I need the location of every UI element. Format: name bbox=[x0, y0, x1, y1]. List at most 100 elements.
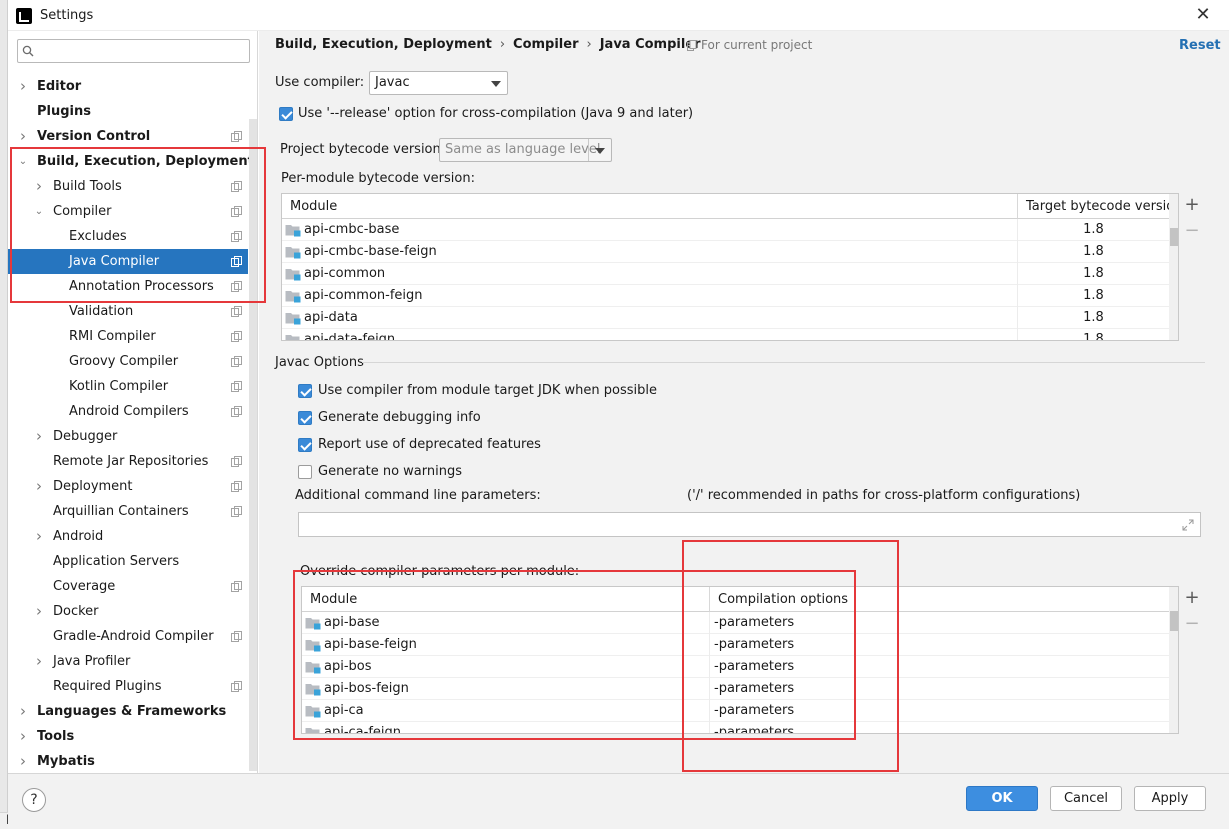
deprecated-features-checkbox[interactable] bbox=[298, 438, 312, 452]
sidebar-item-kotlin-compiler[interactable]: Kotlin Compiler bbox=[8, 374, 248, 399]
chevron-right-icon[interactable]: › bbox=[18, 699, 28, 724]
sidebar-item-label: Deployment bbox=[53, 479, 133, 494]
cancel-button[interactable]: Cancel bbox=[1050, 786, 1122, 811]
remove-module-bytecode-button[interactable]: − bbox=[1181, 221, 1203, 243]
scrollbar-thumb[interactable] bbox=[1170, 228, 1178, 246]
project-scope-icon bbox=[231, 456, 242, 467]
sidebar-item-gradle-android-compiler[interactable]: Gradle-Android Compiler bbox=[8, 624, 248, 649]
checkbox-label: Generate no warnings bbox=[318, 464, 463, 479]
sidebar-item-tools[interactable]: › Tools bbox=[8, 724, 248, 749]
release-option-checkbox[interactable] bbox=[279, 107, 293, 121]
checkbox-label: Report use of deprecated features bbox=[318, 437, 541, 452]
sidebar-item-debugger[interactable]: › Debugger bbox=[8, 424, 248, 449]
remove-override-button[interactable]: − bbox=[1181, 614, 1203, 636]
chevron-right-icon[interactable]: › bbox=[34, 474, 44, 499]
module-folder-icon bbox=[285, 225, 301, 237]
expand-icon[interactable] bbox=[1182, 519, 1194, 531]
compiler-select[interactable]: Javac bbox=[369, 71, 508, 95]
scrollbar-thumb[interactable] bbox=[1170, 611, 1178, 631]
override-table-scrollbar[interactable] bbox=[1169, 587, 1178, 733]
chevron-down-icon bbox=[595, 148, 605, 154]
sidebar-item-label: Groovy Compiler bbox=[69, 354, 179, 369]
chevron-right-icon[interactable]: › bbox=[18, 74, 28, 99]
cell-value[interactable]: 1.8 bbox=[1017, 285, 1169, 307]
sidebar-item-deployment[interactable]: › Deployment bbox=[8, 474, 248, 499]
cell-value[interactable]: 1.8 bbox=[1017, 329, 1169, 340]
chevron-right-icon[interactable]: › bbox=[34, 599, 44, 624]
ok-button[interactable]: OK bbox=[966, 786, 1038, 811]
sidebar-item-label: Version Control bbox=[37, 129, 151, 144]
close-icon[interactable]: ✕ bbox=[1194, 6, 1212, 24]
settings-search-input[interactable] bbox=[17, 39, 250, 63]
cell-value[interactable]: 1.8 bbox=[1017, 241, 1169, 263]
sidebar-item-android-compilers[interactable]: Android Compilers bbox=[8, 399, 248, 424]
table-row[interactable]: api-common-feign 1.8 bbox=[282, 285, 1169, 307]
release-option-label: Use '--release' option for cross-compila… bbox=[298, 106, 694, 121]
sidebar-item-label: Android Compilers bbox=[69, 404, 189, 419]
sidebar-item-required-plugins[interactable]: Required Plugins bbox=[8, 674, 248, 699]
title-bar: Settings ✕ bbox=[8, 0, 1229, 31]
table-row[interactable]: api-data-feign 1.8 bbox=[282, 329, 1169, 341]
column-header-target-version[interactable]: Target bytecode version bbox=[1017, 194, 1178, 219]
use-compiler-label: Use compiler: bbox=[275, 75, 365, 90]
additional-params-hint: ('/' recommended in paths for cross-plat… bbox=[687, 488, 1081, 503]
module-name: api-common bbox=[304, 266, 386, 281]
chevron-right-icon[interactable]: › bbox=[18, 724, 28, 749]
sidebar-item-editor[interactable]: › Editor bbox=[8, 74, 248, 99]
sidebar-item-android[interactable]: › Android bbox=[8, 524, 248, 549]
per-module-bytecode-label: Per-module bytecode version: bbox=[281, 171, 475, 186]
chevron-right-icon[interactable]: › bbox=[18, 124, 28, 149]
module-folder-icon bbox=[285, 335, 300, 340]
additional-params-input[interactable] bbox=[298, 512, 1201, 537]
table-row[interactable]: api-common 1.8 bbox=[282, 263, 1169, 285]
cell-value[interactable]: 1.8 bbox=[1017, 219, 1169, 241]
add-module-bytecode-button[interactable]: + bbox=[1181, 195, 1203, 217]
cell-value[interactable]: 1.8 bbox=[1017, 307, 1169, 329]
sidebar-item-docker[interactable]: › Docker bbox=[8, 599, 248, 624]
breadcrumb-item: Java Compiler bbox=[599, 37, 701, 52]
sidebar-item-label: Editor bbox=[37, 79, 82, 94]
sidebar-item-remote-jar-repositories[interactable]: Remote Jar Repositories bbox=[8, 449, 248, 474]
no-warnings-checkbox[interactable] bbox=[298, 465, 312, 479]
help-button[interactable]: ? bbox=[22, 788, 46, 812]
chevron-right-icon[interactable]: › bbox=[34, 524, 44, 549]
sidebar-item-label: Arquillian Containers bbox=[53, 504, 189, 519]
project-bytecode-select[interactable]: Same as language level bbox=[439, 138, 612, 162]
sidebar-item-label: Remote Jar Repositories bbox=[53, 454, 209, 469]
reset-link[interactable]: Reset bbox=[1179, 38, 1221, 53]
highlight-box-compilation-options bbox=[682, 540, 899, 772]
sidebar-item-label: Debugger bbox=[53, 429, 118, 444]
project-scope-icon bbox=[231, 506, 242, 517]
apply-button[interactable]: Apply bbox=[1134, 786, 1206, 811]
table-row[interactable]: api-cmbc-base-feign 1.8 bbox=[282, 241, 1169, 263]
dialog-footer bbox=[8, 773, 1229, 829]
bytecode-table: Module Target bytecode version api-cmbc-… bbox=[281, 193, 1179, 341]
cell-value[interactable]: 1.8 bbox=[1017, 263, 1169, 285]
add-override-button[interactable]: + bbox=[1181, 588, 1203, 610]
sidebar-item-application-servers[interactable]: Application Servers bbox=[8, 549, 248, 574]
sidebar-item-languages-frameworks[interactable]: › Languages & Frameworks bbox=[8, 699, 248, 724]
sidebar-item-coverage[interactable]: Coverage bbox=[8, 574, 248, 599]
module-name: api-data-feign bbox=[304, 332, 396, 341]
chevron-right-icon[interactable]: › bbox=[18, 749, 28, 774]
use-module-jdk-checkbox[interactable] bbox=[298, 384, 312, 398]
debugging-info-checkbox[interactable] bbox=[298, 411, 312, 425]
sidebar-item-label: Application Servers bbox=[53, 554, 180, 569]
bytecode-table-scrollbar[interactable] bbox=[1169, 194, 1178, 340]
search-icon bbox=[22, 45, 34, 57]
sidebar-item-rmi-compiler[interactable]: RMI Compiler bbox=[8, 324, 248, 349]
sidebar-item-version-control[interactable]: › Version Control bbox=[8, 124, 248, 149]
column-header-module[interactable]: Module bbox=[282, 194, 1018, 219]
chevron-right-icon[interactable]: › bbox=[34, 424, 44, 449]
chevron-right-icon[interactable]: › bbox=[34, 649, 44, 674]
sidebar-item-arquillian-containers[interactable]: Arquillian Containers bbox=[8, 499, 248, 524]
breadcrumb: Build, Execution, Deployment › Compiler › Ja… bbox=[275, 37, 701, 52]
table-row[interactable]: api-data 1.8 bbox=[282, 307, 1169, 329]
sidebar-item-groovy-compiler[interactable]: Groovy Compiler bbox=[8, 349, 248, 374]
combo-divider bbox=[588, 139, 589, 161]
table-row[interactable]: api-cmbc-base 1.8 bbox=[282, 219, 1169, 241]
sidebar-item-label: Plugins bbox=[37, 104, 91, 119]
sidebar-item-java-profiler[interactable]: › Java Profiler bbox=[8, 649, 248, 674]
sidebar-item-plugins[interactable]: Plugins bbox=[8, 99, 248, 124]
sidebar-item-mybatis[interactable]: › Mybatis bbox=[8, 749, 248, 774]
